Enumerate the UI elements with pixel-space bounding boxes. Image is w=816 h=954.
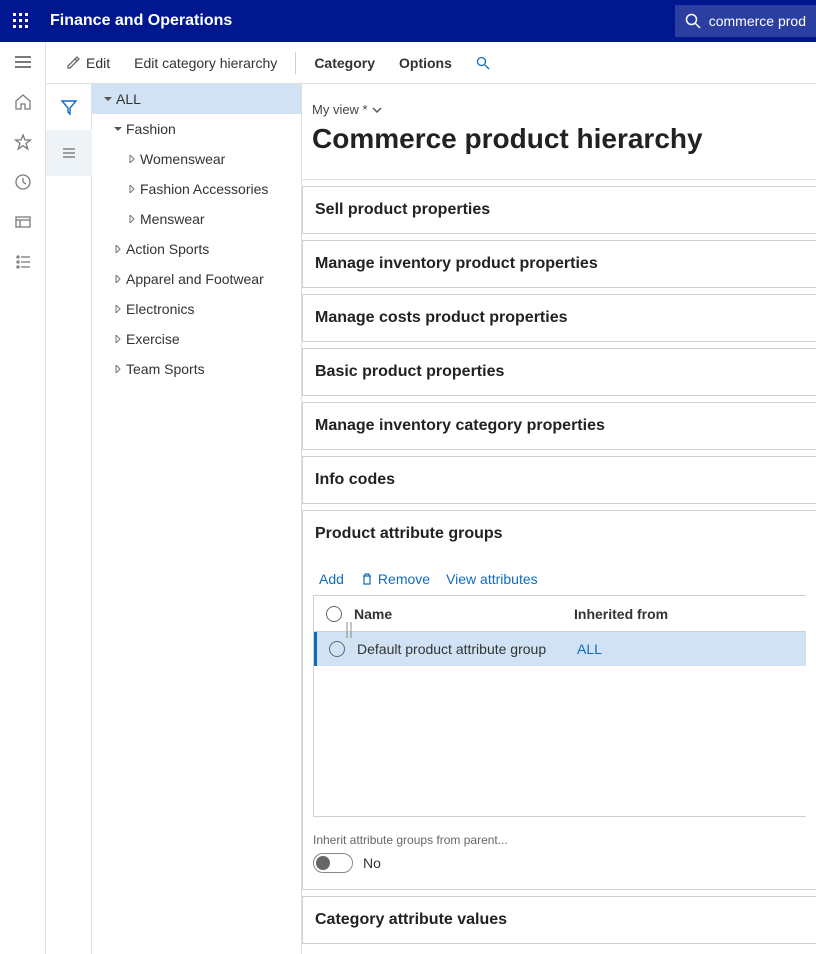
category-tree[interactable]: ALL Fashion Womenswear Fashion Accessori… [92,84,302,954]
caret-right-icon [124,215,140,223]
nav-modules-button[interactable] [0,242,46,282]
tree-node[interactable]: Womenswear [92,144,301,174]
section-header[interactable]: Info codes [303,457,816,503]
column-header-inherited[interactable]: Inherited from [574,606,806,622]
filter-button[interactable] [46,84,92,130]
app-title: Finance and Operations [42,12,232,30]
tree-node[interactable]: Fashion [92,114,301,144]
add-button[interactable]: Add [319,571,344,587]
table-row[interactable]: Default product attribute group ALL [314,632,806,666]
caret-right-icon [110,365,126,373]
section-header[interactable]: Product attribute groups [303,511,816,557]
tree-node[interactable]: Team Sports [92,354,301,384]
tree-node[interactable]: Apparel and Footwear [92,264,301,294]
caret-right-icon [110,245,126,253]
nav-recent-button[interactable] [0,162,46,202]
caret-right-icon [110,305,126,313]
edit-category-hierarchy-button[interactable]: Edit category hierarchy [124,49,287,77]
trash-icon [360,572,374,586]
caret-right-icon [124,155,140,163]
category-menu[interactable]: Category [304,49,385,77]
inherit-label: Inherit attribute groups from parent... [313,833,806,847]
cell-name: Default product attribute group [357,641,577,657]
view-attributes-button[interactable]: View attributes [446,571,538,587]
find-button[interactable] [466,50,500,76]
tree-node[interactable]: Menswear [92,204,301,234]
caret-right-icon [110,335,126,343]
search-icon [476,56,490,70]
section-header[interactable]: Category attribute values [303,897,816,943]
caret-right-icon [110,275,126,283]
nav-home-button[interactable] [0,82,46,122]
attribute-groups-grid: Name Inherited from Default product attr… [313,595,806,817]
section-header[interactable]: Basic product properties [303,349,816,395]
cell-inherited-link[interactable]: ALL [577,641,806,657]
tree-node[interactable]: Action Sports [92,234,301,264]
caret-down-icon [110,125,126,133]
tree-node-root[interactable]: ALL [92,84,302,114]
inherit-toggle[interactable] [313,853,353,873]
page-title: Commerce product hierarchy [312,123,806,155]
caret-right-icon [124,185,140,193]
divider [295,52,296,74]
section-header[interactable]: Manage inventory category properties [303,403,816,449]
row-checkbox[interactable] [329,641,345,657]
tree-node[interactable]: Electronics [92,294,301,324]
nav-favorites-button[interactable] [0,122,46,162]
tree-node[interactable]: Fashion Accessories [92,174,301,204]
global-search-input[interactable]: commerce prod [675,5,816,37]
pencil-icon [66,56,80,70]
search-text: commerce prod [709,13,806,29]
caret-down-icon [100,95,116,103]
inherit-value: No [363,855,381,871]
chevron-down-icon [372,105,382,115]
tree-node[interactable]: Exercise [92,324,301,354]
filter-icon [60,98,78,116]
column-header-name[interactable]: Name [354,606,574,622]
view-selector[interactable]: My view * [312,102,806,117]
nav-hamburger-button[interactable] [0,42,46,82]
edit-button[interactable]: Edit [56,49,120,77]
section-header[interactable]: Sell product properties [303,187,816,233]
list-view-button[interactable] [46,130,92,176]
nav-workspaces-button[interactable] [0,202,46,242]
select-all-checkbox[interactable] [326,606,342,622]
app-launcher-button[interactable] [0,0,42,42]
remove-button[interactable]: Remove [360,571,430,587]
section-header[interactable]: Manage costs product properties [303,295,816,341]
section-header[interactable]: Manage inventory product properties [303,241,816,287]
splitter-handle[interactable] [344,620,354,640]
list-icon [60,144,78,162]
options-menu[interactable]: Options [389,49,462,77]
